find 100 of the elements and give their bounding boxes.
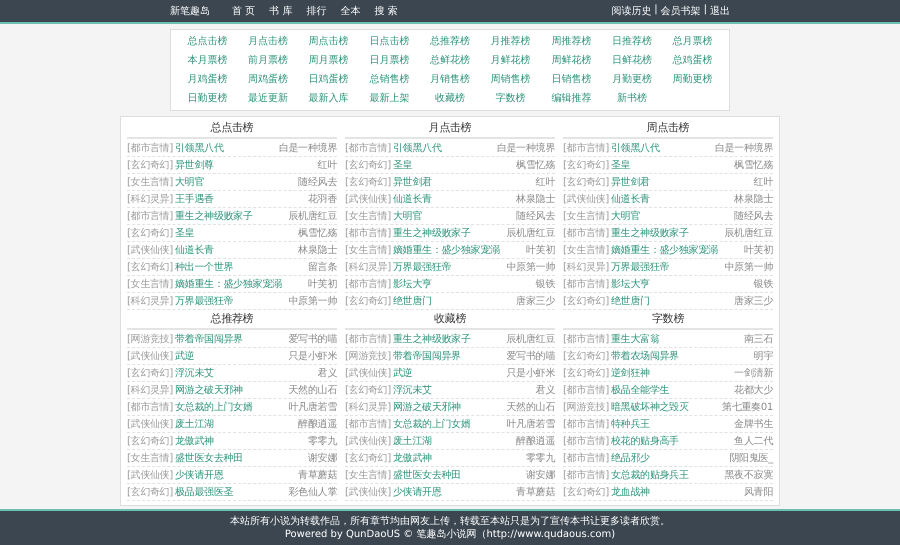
ranking-link[interactable]: 总鲜花榜 xyxy=(430,52,470,69)
book-link[interactable]: 少侠请开恩 xyxy=(175,468,224,482)
book-link[interactable]: 重生大富翁 xyxy=(611,332,660,346)
book-link[interactable]: 暗黑破坏神之毁灭 xyxy=(611,400,689,414)
ranking-link[interactable]: 周勤更榜 xyxy=(672,71,713,88)
book-link[interactable]: 盛世医女去种田 xyxy=(175,451,243,465)
book-link[interactable]: 影坛大亨 xyxy=(611,277,650,291)
nav-link[interactable]: 搜 索 xyxy=(374,4,398,18)
nav-link[interactable]: 首 页 xyxy=(232,4,256,18)
book-link[interactable]: 万界最强狂帝 xyxy=(393,260,452,274)
book-link[interactable]: 废土江湖 xyxy=(393,434,432,448)
nav-link[interactable]: 排行 xyxy=(306,4,326,18)
book-link[interactable]: 嫡婚重生：盛少独家宠溺 xyxy=(175,277,282,291)
book-link[interactable]: 引领黑八代 xyxy=(175,141,224,155)
book-link[interactable]: 重生之神级败家子 xyxy=(175,209,253,223)
book-link[interactable]: 种出一个世界 xyxy=(175,260,234,274)
book-link[interactable]: 嫡婚重生：盛少独家宠溺 xyxy=(393,243,500,257)
book-link[interactable]: 万界最强狂帝 xyxy=(611,260,670,274)
ranking-link[interactable]: 月点击榜 xyxy=(248,33,288,50)
ranking-link[interactable]: 总点击榜 xyxy=(187,33,228,50)
book-link[interactable]: 重生之神级败家子 xyxy=(393,226,471,240)
book-link[interactable]: 万界最强狂帝 xyxy=(175,294,234,308)
ranking-link[interactable]: 周鸡蛋榜 xyxy=(248,71,288,88)
ranking-link[interactable]: 总销售榜 xyxy=(369,71,410,88)
book-link[interactable]: 带着帝国闯异界 xyxy=(393,349,461,363)
ranking-link[interactable]: 月鲜花榜 xyxy=(490,52,531,69)
ranking-link[interactable]: 编辑推荐 xyxy=(551,90,592,107)
book-link[interactable]: 武逆 xyxy=(175,349,194,363)
book-link[interactable]: 网游之破天邪神 xyxy=(393,400,461,414)
user-link[interactable]: 会员书架 xyxy=(660,4,701,18)
book-link[interactable]: 圣皇 xyxy=(611,158,630,172)
book-link[interactable]: 网游之破天邪神 xyxy=(175,383,243,397)
book-link[interactable]: 龙傲武神 xyxy=(175,434,214,448)
ranking-link[interactable]: 收藏榜 xyxy=(434,90,465,107)
ranking-link[interactable]: 新书榜 xyxy=(616,90,647,107)
ranking-link[interactable]: 最新上架 xyxy=(369,90,410,107)
ranking-link[interactable]: 日点击榜 xyxy=(369,33,410,50)
ranking-link[interactable]: 字数榜 xyxy=(496,90,526,107)
nav-link[interactable]: 书 库 xyxy=(269,4,292,18)
user-link[interactable]: 退出 xyxy=(710,4,730,18)
ranking-link[interactable]: 月销售榜 xyxy=(430,71,470,88)
book-link[interactable]: 女总裁的上门女婿 xyxy=(393,417,471,431)
ranking-link[interactable]: 最近更新 xyxy=(248,90,288,107)
book-link[interactable]: 重生之神级败家子 xyxy=(611,226,689,240)
book-link[interactable]: 绝品邪少 xyxy=(611,451,650,465)
ranking-link[interactable]: 月推荐榜 xyxy=(490,33,531,50)
book-link[interactable]: 圣皇 xyxy=(393,158,412,172)
book-link[interactable]: 绝世唐门 xyxy=(393,294,432,308)
ranking-link[interactable]: 总月票榜 xyxy=(672,33,713,50)
book-link[interactable]: 浮沉未艾 xyxy=(175,366,214,380)
book-link[interactable]: 重生之神级败家子 xyxy=(393,332,471,346)
ranking-link[interactable]: 周月票榜 xyxy=(308,52,349,69)
book-link[interactable]: 圣皇 xyxy=(175,226,194,240)
book-link[interactable]: 大明官 xyxy=(393,209,422,223)
book-link[interactable]: 特种兵王 xyxy=(611,417,650,431)
book-link[interactable]: 异世剑君 xyxy=(393,175,432,189)
ranking-link[interactable]: 日月票榜 xyxy=(369,52,410,69)
book-link[interactable]: 女总裁的上门女婿 xyxy=(175,400,253,414)
ranking-link[interactable]: 日销售榜 xyxy=(551,71,592,88)
nav-link[interactable]: 全本 xyxy=(340,4,360,18)
ranking-link[interactable]: 日鸡蛋榜 xyxy=(308,71,349,88)
book-link[interactable]: 极品全能学生 xyxy=(611,383,670,397)
book-link[interactable]: 异世剑尊 xyxy=(175,158,214,172)
book-link[interactable]: 带着农场闯异界 xyxy=(611,349,679,363)
ranking-link[interactable]: 本月票榜 xyxy=(187,52,228,69)
book-link[interactable]: 盛世医女去种田 xyxy=(393,468,461,482)
book-link[interactable]: 仙道长青 xyxy=(611,192,650,206)
book-link[interactable]: 少侠请开恩 xyxy=(393,485,442,499)
book-link[interactable]: 废土江湖 xyxy=(175,417,214,431)
book-link[interactable]: 校花的贴身高手 xyxy=(611,434,679,448)
ranking-link[interactable]: 月鸡蛋榜 xyxy=(187,71,228,88)
book-link[interactable]: 异世剑君 xyxy=(611,175,650,189)
ranking-link[interactable]: 日推荐榜 xyxy=(612,33,652,50)
ranking-link[interactable]: 周推荐榜 xyxy=(551,33,592,50)
book-link[interactable]: 龙傲武神 xyxy=(393,451,432,465)
site-logo[interactable]: 新笔趣岛 xyxy=(170,4,210,18)
book-link[interactable]: 带着帝国闯异界 xyxy=(175,332,243,346)
book-link[interactable]: 影坛大亨 xyxy=(393,277,432,291)
user-link[interactable]: 阅读历史 xyxy=(611,4,652,18)
ranking-link[interactable]: 日勤更榜 xyxy=(187,90,228,107)
book-link[interactable]: 绝世唐门 xyxy=(611,294,650,308)
book-link[interactable]: 大明官 xyxy=(175,175,204,189)
book-link[interactable]: 引领黑八代 xyxy=(611,141,660,155)
book-link[interactable]: 龙血战神 xyxy=(611,485,650,499)
ranking-link[interactable]: 日鲜花榜 xyxy=(612,52,652,69)
ranking-link[interactable]: 总推荐榜 xyxy=(430,33,470,50)
ranking-link[interactable]: 周鲜花榜 xyxy=(551,52,592,69)
book-link[interactable]: 女总裁的贴身兵王 xyxy=(611,468,689,482)
book-link[interactable]: 武逆 xyxy=(393,366,412,380)
book-link[interactable]: 引领黑八代 xyxy=(393,141,442,155)
ranking-link[interactable]: 总鸡蛋榜 xyxy=(672,52,713,69)
book-link[interactable]: 大明官 xyxy=(611,209,640,223)
book-link[interactable]: 极品最强医圣 xyxy=(175,485,234,499)
ranking-link[interactable]: 周点击榜 xyxy=(308,33,349,50)
book-link[interactable]: 逆剑狂神 xyxy=(611,366,650,380)
ranking-link[interactable]: 前月票榜 xyxy=(248,52,288,69)
book-link[interactable]: 嫡婚重生：盛少独家宠溺 xyxy=(611,243,718,257)
book-link[interactable]: 仙道长青 xyxy=(393,192,432,206)
ranking-link[interactable]: 月勤更榜 xyxy=(612,71,652,88)
book-link[interactable]: 王手遇香 xyxy=(175,192,214,206)
